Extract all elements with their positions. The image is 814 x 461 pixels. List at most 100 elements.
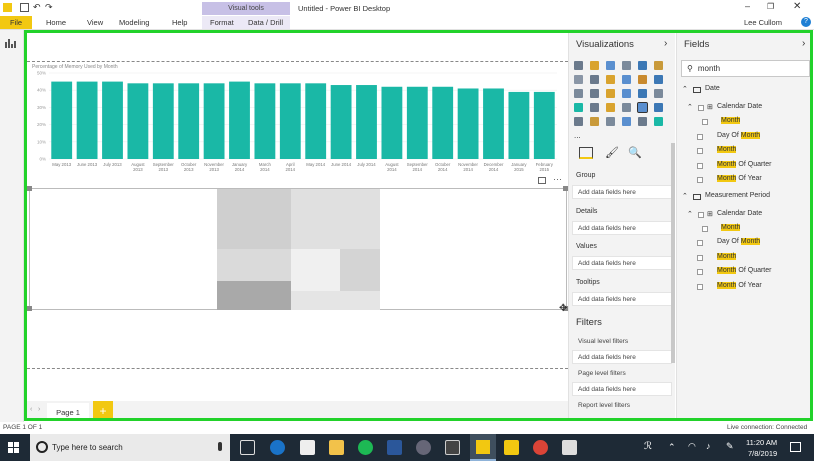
visual-type-icon[interactable] [574, 117, 583, 126]
bar[interactable] [533, 91, 555, 159]
microphone-icon[interactable] [218, 442, 222, 451]
bar[interactable] [254, 83, 276, 159]
add-page-button[interactable]: + [93, 401, 113, 421]
field-item[interactable]: Month Of Year [717, 175, 762, 182]
mail-icon[interactable] [300, 440, 315, 455]
more-options-icon[interactable]: ··· [553, 174, 562, 184]
tab-modeling[interactable]: Modeling [119, 18, 149, 27]
notifications-icon[interactable] [790, 442, 801, 452]
undo-icon[interactable]: ↶ [33, 2, 41, 13]
visual-type-icon[interactable] [638, 89, 647, 98]
tab-data-drill[interactable]: Data / Drill [248, 18, 283, 27]
treemap-tile[interactable] [291, 291, 380, 310]
page-tab-1[interactable]: Page 1 [47, 403, 89, 421]
visual-type-icon[interactable] [654, 103, 663, 112]
group-well[interactable]: Add data fields here [572, 185, 672, 199]
file-explorer-icon[interactable] [329, 440, 344, 455]
field-checkbox[interactable] [697, 269, 703, 275]
treemap-tile[interactable] [217, 249, 291, 281]
more-visuals-icon[interactable]: ... [574, 131, 583, 140]
field-item[interactable]: Month [721, 223, 741, 231]
bar[interactable] [51, 81, 73, 159]
word-icon[interactable] [387, 440, 402, 455]
tab-help[interactable]: Help [172, 18, 187, 27]
field-checkbox[interactable] [697, 162, 703, 169]
save-icon[interactable] [20, 3, 29, 12]
bar[interactable] [178, 83, 200, 159]
resize-handle[interactable] [27, 186, 32, 191]
field-checkbox[interactable] [697, 240, 703, 246]
hierarchy-name[interactable]: Calendar Date [717, 103, 762, 110]
pen-icon[interactable]: ✎ [726, 441, 734, 452]
details-well[interactable]: Add data fields here [572, 221, 672, 235]
pane-scrollbar[interactable] [671, 143, 675, 363]
visual-type-icon[interactable] [638, 117, 647, 126]
minimize-icon[interactable]: – [745, 1, 750, 11]
field-item[interactable]: Month [717, 252, 737, 260]
chrome-icon[interactable] [533, 440, 548, 455]
restore-icon[interactable]: ❐ [767, 2, 774, 11]
analytics-tab-icon[interactable]: 🔍 [628, 146, 642, 159]
hierarchy-name[interactable]: Calendar Date [717, 210, 762, 217]
bar[interactable] [229, 81, 250, 159]
collapse-hierarchy-icon[interactable]: ⌃ [687, 210, 693, 218]
visual-type-icon[interactable] [638, 75, 647, 84]
resize-handle[interactable] [27, 306, 32, 311]
next-page-icon[interactable]: › [38, 406, 40, 413]
edge-icon[interactable] [270, 440, 285, 455]
report-canvas[interactable]: Percentage of Memory Used by Month 50% 40… [27, 33, 568, 401]
field-checkbox[interactable] [698, 211, 704, 218]
powerbi-alt-icon[interactable] [504, 440, 519, 455]
people-icon[interactable]: ℛ [644, 441, 652, 452]
field-item[interactable]: Month Of Year [717, 281, 762, 289]
visual-type-icon[interactable] [638, 61, 647, 70]
tooltips-well[interactable]: Add data fields here [572, 292, 672, 306]
field-item[interactable]: Day Of Month [717, 238, 761, 245]
visual-type-icon[interactable] [622, 75, 631, 84]
field-checkbox[interactable] [697, 133, 703, 140]
prev-page-icon[interactable]: ‹ [30, 406, 32, 413]
collapse-hierarchy-icon[interactable]: ⌃ [687, 103, 693, 111]
visual-type-icon[interactable] [590, 75, 599, 84]
bar[interactable] [356, 85, 377, 159]
tab-file[interactable]: File [0, 16, 32, 29]
windows-start-icon[interactable] [8, 442, 19, 453]
page-level-filters-well[interactable]: Add data fields here [572, 382, 672, 396]
visual-type-icon[interactable] [574, 103, 583, 112]
field-checkbox[interactable] [698, 105, 704, 111]
bar[interactable] [483, 88, 504, 159]
user-name[interactable]: Lee Cullom [744, 18, 782, 27]
field-checkbox[interactable] [702, 119, 708, 125]
bar[interactable] [76, 81, 98, 159]
collapse-table-icon[interactable]: ⌃ [682, 85, 688, 93]
field-checkbox[interactable] [702, 225, 708, 232]
tab-format[interactable]: Format [210, 18, 234, 27]
visual-type-icon[interactable] [654, 61, 663, 70]
visual-type-icon[interactable] [622, 117, 631, 126]
bar[interactable] [127, 83, 149, 159]
table-name[interactable]: Measurement Period [705, 192, 770, 199]
taskbar-time[interactable]: 11:20 AM [746, 438, 777, 447]
remote-desktop-icon[interactable] [445, 440, 460, 455]
field-checkbox[interactable] [697, 283, 703, 290]
visual-type-icon[interactable] [590, 61, 599, 70]
volume-icon[interactable]: ♪ [706, 441, 711, 451]
visual-type-icon[interactable] [606, 103, 615, 112]
visual-type-icon[interactable] [606, 89, 615, 98]
field-checkbox[interactable] [697, 148, 703, 154]
focus-mode-icon[interactable] [538, 177, 546, 184]
visual-type-icon[interactable] [574, 89, 583, 98]
report-view-icon[interactable] [5, 37, 19, 48]
bar-chart[interactable]: 50% 40% 30% 20% 10% 0% May 2013 June 2013 July 2… [27, 69, 568, 187]
visual-level-filters-well[interactable]: Add data fields here [572, 350, 672, 364]
tray-up-icon[interactable]: ⌃ [668, 442, 676, 453]
field-item[interactable]: Month Of Quarter [717, 267, 771, 274]
treemap-tile[interactable] [291, 249, 340, 291]
visual-type-icon[interactable] [574, 75, 583, 84]
taskbar-search-input[interactable]: Type here to search [30, 434, 230, 461]
visual-type-icon[interactable] [654, 75, 663, 84]
visual-type-icon[interactable] [606, 117, 615, 126]
collapse-pane-icon[interactable]: › [664, 38, 667, 49]
redo-icon[interactable]: ↷ [45, 2, 53, 13]
field-item[interactable]: Month [721, 117, 741, 124]
